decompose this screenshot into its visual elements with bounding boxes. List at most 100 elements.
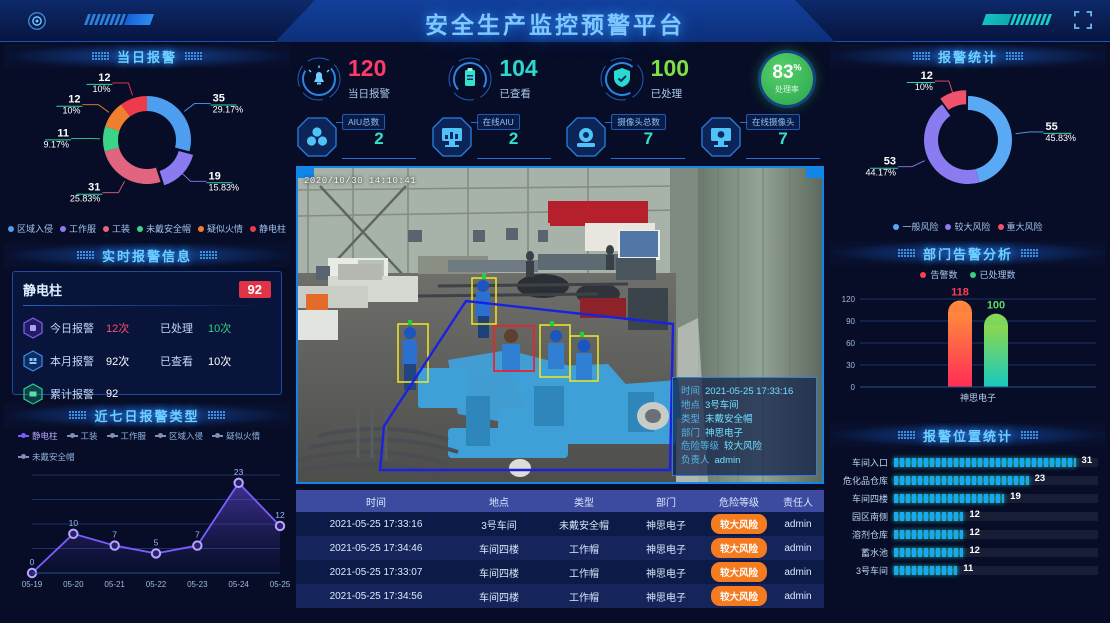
- legend-item[interactable]: 静电柱: [18, 430, 58, 442]
- table-column-header[interactable]: 类型: [542, 494, 626, 509]
- svg-text:0: 0: [851, 383, 856, 392]
- legend-label: 静电柱: [259, 224, 287, 234]
- risk-badge[interactable]: 较大风险: [710, 538, 767, 558]
- stat-value-handled: 100: [650, 55, 690, 81]
- risk-badge[interactable]: 较大风险: [710, 586, 767, 606]
- legend-label: 一般风险: [902, 222, 939, 232]
- device-camera-total[interactable]: 摄像头总数 7: [565, 114, 689, 160]
- table-column-header[interactable]: 时间: [296, 494, 456, 509]
- device-value-camera-online: 7: [778, 129, 788, 148]
- location-track: 12: [894, 508, 1098, 521]
- cell-type: 工作帽: [569, 544, 599, 556]
- legend-item[interactable]: 区域入侵: [155, 430, 203, 442]
- legend-item[interactable]: 工作服: [106, 430, 146, 442]
- cell-place: 车间四楼: [479, 568, 519, 580]
- legend-item[interactable]: 区域入侵: [7, 222, 53, 235]
- device-stats-row: AIU总数 2 在线AIU 2 摄像头总数 7 在线摄像头 7: [296, 114, 824, 160]
- svg-text:05-25: 05-25: [270, 580, 290, 589]
- underline: [476, 158, 551, 159]
- svg-text:神思电子: 神思电子: [960, 392, 996, 403]
- location-value: 12: [969, 526, 980, 538]
- handle-rate-gauge: 83% 处理率: [760, 53, 813, 105]
- right-column: 报警统计 55 45.83% 53 44.17% 12 10% 一般风险 较大风险 重大风险 …: [830, 44, 1106, 579]
- svg-text:15.83%: 15.83%: [209, 182, 240, 192]
- legend-dot: [102, 225, 109, 232]
- svg-text:0: 0: [30, 557, 35, 567]
- panel-title-dept: 部门告警分析: [830, 241, 1106, 265]
- dept-bar-chart: 0 30 60 90 120 118 100 神思电子: [830, 281, 1106, 421]
- table-row[interactable]: 2021-05-25 17:33:07 车间四楼 工作帽 神思电子 较大风险 admin: [296, 560, 824, 584]
- center-column: 120 当日报警 104 已查看 100 已处理 83% 处理率 AIU总数 2…: [296, 48, 824, 608]
- panel-title-daily-alarm: 当日报警: [4, 44, 290, 68]
- legend-item[interactable]: 重大风险: [997, 220, 1043, 233]
- legend-item[interactable]: 疑似火情: [198, 222, 243, 235]
- stat-handled[interactable]: 100 已处理: [599, 48, 727, 110]
- table-row[interactable]: 2021-05-25 17:34:56 车间四楼 工作帽 神思电子 较大风险 admin: [296, 584, 824, 608]
- monitor-aiu-icon: [432, 117, 472, 157]
- overlay-row: 时间 2021-05-25 17:33:16: [681, 385, 808, 399]
- overlay-value: admin: [714, 455, 741, 467]
- device-value-aiu-online: 2: [508, 129, 519, 148]
- legend-item[interactable]: 工装: [66, 430, 98, 442]
- dots-decor-left: [91, 52, 109, 60]
- table-column-header[interactable]: 地点: [456, 494, 542, 509]
- legend-item[interactable]: 一般风险: [893, 220, 938, 233]
- table-row[interactable]: 2021-05-25 17:34:46 车间四楼 工作帽 神思电子 较大风险 admin: [296, 536, 824, 560]
- table-column-header[interactable]: 责任人: [772, 494, 824, 509]
- legend-item[interactable]: 未戴安全帽: [18, 451, 75, 463]
- value-viewed: 10次: [208, 356, 232, 368]
- overlay-key: 负责人: [681, 455, 710, 467]
- risk-badge[interactable]: 较大风险: [710, 562, 767, 582]
- legend-item[interactable]: 静电柱: [250, 222, 286, 235]
- legend-label: 未戴安全帽: [146, 224, 192, 234]
- legend-item[interactable]: 较大风险: [945, 220, 991, 233]
- cctv-video-feed[interactable]: 2020/10/30 14:10:41 时间 2021-05-25 17:33:1…: [296, 166, 824, 484]
- realtime-row-today: 今日报警 12次 已处理 10次: [23, 317, 271, 339]
- device-aiu-online[interactable]: 在线AIU 2: [431, 114, 555, 160]
- total-hex-icon: [23, 383, 43, 405]
- stat-viewed[interactable]: 104 已查看: [447, 48, 575, 110]
- legend-dot: [137, 225, 143, 232]
- legend-item[interactable]: 告警数: [920, 268, 958, 281]
- svg-text:10%: 10%: [92, 84, 110, 94]
- label-month-alarm: 本月报警: [50, 356, 94, 368]
- svg-text:23: 23: [234, 467, 244, 477]
- device-caption-camera-online: 在线摄像头: [745, 114, 801, 130]
- svg-text:10%: 10%: [62, 106, 80, 116]
- cell-place: 车间四楼: [479, 544, 519, 556]
- legend-item[interactable]: 未戴安全帽: [137, 222, 191, 235]
- fullscreen-icon[interactable]: [1074, 11, 1092, 29]
- overlay-value: 较大风险: [724, 441, 763, 453]
- legend-item[interactable]: 疑似火情: [212, 430, 260, 442]
- location-label: 危化品仓库: [842, 475, 888, 486]
- dots-decor-right: [200, 251, 217, 259]
- daily-alarm-donut-chart: 35 29.17% 19 15.83% 31 25.83% 11 9.17% 12 10% 12 10…: [4, 68, 290, 218]
- table-column-header[interactable]: 部门: [626, 494, 706, 509]
- realtime-count-badge: 92: [238, 281, 271, 298]
- legend-item[interactable]: 工装: [102, 222, 130, 235]
- locations-title: 报警位置统计: [922, 428, 1013, 444]
- stat-daily-alarm[interactable]: 120 当日报警: [296, 48, 424, 110]
- table-row[interactable]: 2021-05-25 17:33:16 3号车间 未戴安全帽 神思电子 较大风险 admi…: [296, 512, 824, 536]
- risk-badge[interactable]: 较大风险: [710, 514, 767, 534]
- handle-rate-wrap: 83% 处理率: [750, 48, 824, 110]
- legend-label: 工装: [111, 224, 130, 234]
- gear-icon[interactable]: [26, 10, 48, 32]
- legend-label: 重大风险: [1006, 222, 1043, 232]
- cell-owner: admin: [784, 518, 812, 530]
- device-aiu-total[interactable]: AIU总数 2: [296, 114, 420, 160]
- svg-text:12: 12: [275, 510, 285, 520]
- overlay-row: 部门 神思电子: [681, 427, 808, 441]
- location-fill: [894, 511, 964, 521]
- legend-item[interactable]: 工作服: [59, 222, 96, 235]
- label-today-alarm: 今日报警: [50, 323, 94, 335]
- handle-rate-label: 处理率: [774, 85, 799, 94]
- stat-label-daily-alarm: 当日报警: [348, 88, 390, 100]
- location-value: 12: [969, 508, 980, 520]
- device-camera-online[interactable]: 在线摄像头 7: [700, 114, 824, 160]
- legend-label: 较大风险: [954, 222, 991, 232]
- alarm-stat-title: 报警统计: [937, 49, 998, 65]
- legend-item[interactable]: 已处理数: [969, 268, 1016, 281]
- dots-decor-left: [897, 431, 915, 439]
- table-column-header[interactable]: 危险等级: [706, 494, 772, 509]
